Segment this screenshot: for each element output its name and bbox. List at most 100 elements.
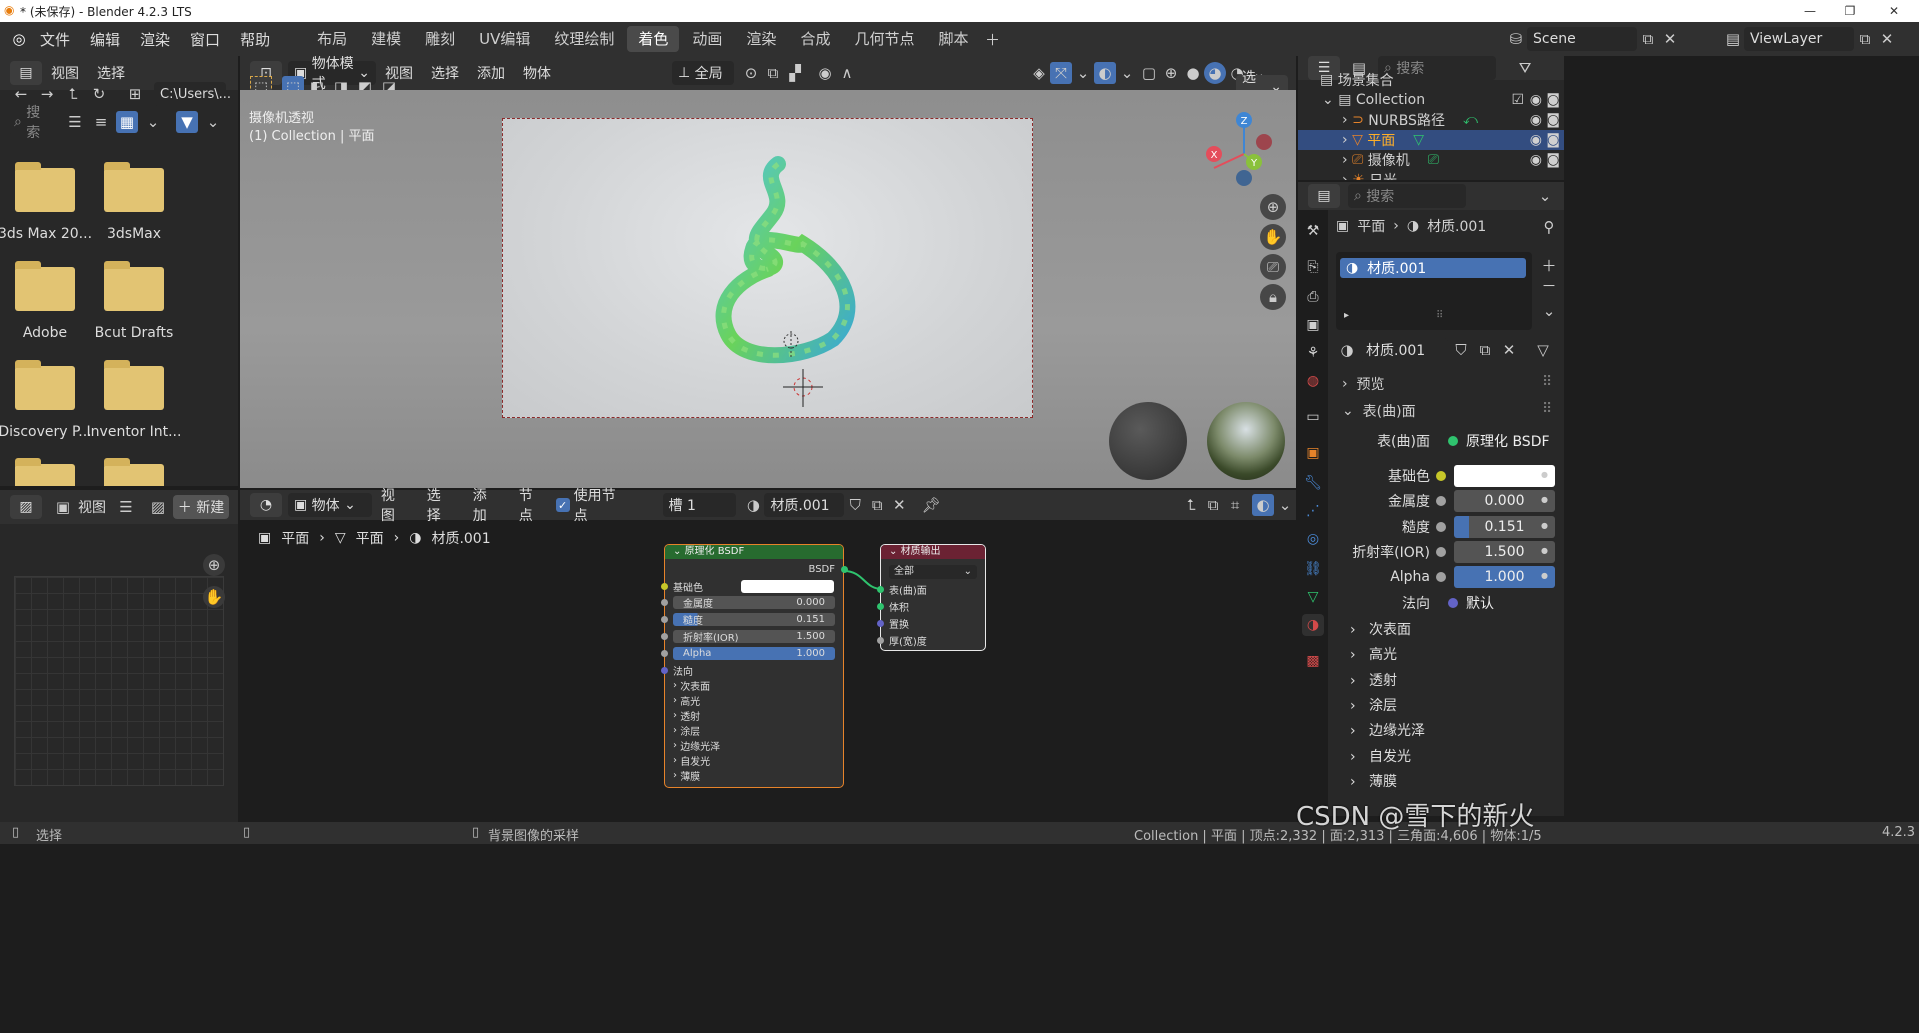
remove-slot-icon[interactable]: －: [1538, 274, 1560, 296]
viewport-object-menu[interactable]: 物体: [514, 63, 560, 83]
path-field[interactable]: C:\Users\...: [154, 82, 231, 106]
add-slot-icon[interactable]: ＋: [1538, 254, 1560, 276]
folder-item[interactable]: [84, 458, 184, 486]
viewport-select-menu[interactable]: 选择: [422, 63, 468, 83]
scene-selector[interactable]: Scene: [1527, 27, 1637, 51]
material-slot-item[interactable]: ◑ 材质.001: [1340, 258, 1526, 278]
fake-user-shield-icon[interactable]: ⛉: [1450, 339, 1472, 361]
3d-viewport[interactable]: ⊡ ▣ 物体模式 ⌄ 视图 选择 添加 物体 ⊥ 全局 ⊙ ⧉ ▞ ◉ ∧ ◈ …: [240, 56, 1296, 488]
new-view-layer-icon[interactable]: ⧉: [1854, 28, 1876, 50]
menu-help[interactable]: 帮助: [230, 29, 280, 50]
output-tab-icon[interactable]: ⎙: [1302, 286, 1324, 308]
viewport-add-menu[interactable]: 添加: [468, 63, 514, 83]
value-socket-icon[interactable]: [1436, 522, 1446, 532]
visibility-eye-icon[interactable]: ◉: [1530, 92, 1542, 108]
outliner-item-sun[interactable]: › ☀ 日光: [1342, 170, 1562, 180]
particles-tab-icon[interactable]: ⋰: [1302, 500, 1324, 522]
gizmo-options-icon[interactable]: ⌄: [1072, 62, 1094, 84]
object-tab-icon[interactable]: ▣: [1302, 442, 1324, 464]
scene-tab-icon[interactable]: ⚘: [1302, 342, 1324, 364]
image-view-menu[interactable]: 视图: [74, 497, 115, 517]
file-view-menu[interactable]: 视图: [42, 63, 88, 83]
gizmo-neg-z-axis[interactable]: [1236, 170, 1252, 186]
image-canvas-grid[interactable]: [14, 576, 224, 786]
ior-socket[interactable]: [661, 633, 668, 640]
subpanel-sheen[interactable]: › 边缘光泽: [1350, 720, 1425, 740]
subpanel-thin-film[interactable]: › 薄膜: [1350, 771, 1397, 791]
world-tab-icon[interactable]: ◍: [1302, 370, 1324, 392]
snap-icon[interactable]: ⧉: [762, 62, 784, 84]
properties-search-input[interactable]: ⌕ 搜索: [1348, 184, 1466, 208]
wireframe-shading-icon[interactable]: ⊕: [1160, 62, 1182, 84]
keyframe-dot-icon[interactable]: ●: [1541, 521, 1548, 530]
collection-tab-icon[interactable]: ▭: [1302, 406, 1324, 428]
overlay-options-icon[interactable]: ⌄: [1116, 62, 1138, 84]
view-layer-tab-icon[interactable]: ▣: [1302, 314, 1324, 336]
folder-item[interactable]: Inventor Int...: [84, 360, 184, 440]
outliner-item-camera[interactable]: › ⎚ 摄像机 ⎚ ◉ ◙: [1342, 150, 1562, 170]
proportional-edit-icon[interactable]: ◉: [814, 62, 836, 84]
refresh-icon[interactable]: ↻: [88, 83, 110, 105]
link-type-icon[interactable]: ▽: [1532, 339, 1554, 361]
file-select-menu[interactable]: 选择: [88, 63, 134, 83]
base-color-field[interactable]: [1454, 465, 1555, 487]
surface-shader-selector[interactable]: 原理化 BSDF: [1440, 430, 1555, 452]
tab-modeling[interactable]: 建模: [360, 26, 412, 52]
pin-icon[interactable]: ⚲: [1538, 216, 1560, 238]
pan-view-icon[interactable]: ✋: [1260, 224, 1286, 250]
new-folder-icon[interactable]: ⊞: [124, 83, 146, 105]
solid-shading-icon[interactable]: ●: [1182, 62, 1204, 84]
new-image-button[interactable]: ＋ 新建: [173, 495, 229, 519]
scene-icon[interactable]: ⛁: [1505, 28, 1527, 50]
duplicate-material-icon[interactable]: ⧉: [1474, 339, 1496, 361]
panel-surface[interactable]: ⌄ 表(曲)面: [1342, 401, 1416, 421]
data-tab-icon[interactable]: ▽: [1302, 586, 1324, 608]
image-browse-icon[interactable]: ▨: [147, 496, 169, 518]
view-layer-icon[interactable]: ▤: [1722, 28, 1744, 50]
navigation-gizmo[interactable]: Z X Y: [1202, 112, 1292, 192]
thumbnail-list-icon[interactable]: ≡: [90, 111, 112, 133]
filter-options-icon[interactable]: ⌄: [202, 111, 224, 133]
alpha-field[interactable]: Alpha 1.000: [673, 647, 835, 660]
file-search-input[interactable]: ⌕ 搜索: [8, 105, 60, 141]
visibility-icon[interactable]: ◈: [1028, 62, 1050, 84]
material-output-node[interactable]: ⌄ 材质输出 全部 ⌄ 表(曲)面 体积 置换 厚(宽)度: [877, 544, 986, 651]
outliner-item-plane[interactable]: › ▽ 平面 ▽ ◉ ◙: [1298, 130, 1564, 150]
properties-options-icon[interactable]: ⌄: [1534, 185, 1556, 207]
visibility-eye-icon[interactable]: ◉: [1530, 132, 1542, 148]
node-panel-emission[interactable]: › 自发光: [673, 754, 835, 768]
transform-orientation-selector[interactable]: ⊥ 全局: [672, 61, 734, 85]
tab-texture-paint[interactable]: 纹理绘制: [543, 26, 625, 52]
node-panel-coat[interactable]: › 涂层: [673, 724, 835, 738]
principled-bsdf-node[interactable]: ⌄ 原理化 BSDF BSDF 基础色 金属度 0.000 糙度 0.151 折射率…: [661, 544, 848, 788]
folder-item[interactable]: Adobe: [0, 261, 95, 341]
add-workspace-icon[interactable]: ＋: [981, 28, 1003, 50]
output-target-selector[interactable]: 全部 ⌄: [889, 565, 977, 579]
render-camera-icon[interactable]: ◙: [1546, 132, 1560, 148]
outliner-scene-collection[interactable]: ▤ 场景集合: [1320, 70, 1564, 90]
alpha-socket[interactable]: [661, 650, 668, 657]
tab-uv-editing[interactable]: UV编辑: [468, 26, 541, 52]
folder-item[interactable]: 3dsMax: [84, 162, 184, 242]
close-window-button[interactable]: ✕: [1874, 0, 1914, 22]
falloff-icon[interactable]: ∧: [836, 62, 858, 84]
subpanel-emission[interactable]: › 自发光: [1350, 746, 1411, 766]
drag-handle-icon[interactable]: ⠿: [1542, 401, 1552, 417]
menu-render[interactable]: 渲染: [130, 29, 180, 50]
browse-material-icon[interactable]: ◑: [1336, 339, 1358, 361]
menu-window[interactable]: 窗口: [180, 29, 230, 50]
unlink-material-icon[interactable]: ✕: [1498, 339, 1520, 361]
normal-socket[interactable]: [661, 667, 668, 674]
delete-view-layer-icon[interactable]: ✕: [1876, 28, 1898, 50]
blender-menu-icon[interactable]: ◎: [8, 28, 30, 50]
material-preview-shading-icon[interactable]: ◕: [1204, 62, 1226, 84]
render-tab-icon[interactable]: ⎘: [1302, 256, 1324, 278]
exclude-checkbox[interactable]: ☑: [1511, 92, 1524, 108]
drag-handle-icon[interactable]: ⠿: [1542, 374, 1552, 390]
subpanel-coat[interactable]: › 涂层: [1350, 695, 1397, 715]
image-editor-type-button[interactable]: ▨: [10, 495, 42, 519]
pivot-point-icon[interactable]: ⊙: [740, 62, 762, 84]
base-color-swatch[interactable]: [741, 580, 834, 593]
keyframe-dot-icon[interactable]: ●: [1541, 495, 1548, 504]
hamburger-menu-icon[interactable]: ☰: [115, 496, 137, 518]
